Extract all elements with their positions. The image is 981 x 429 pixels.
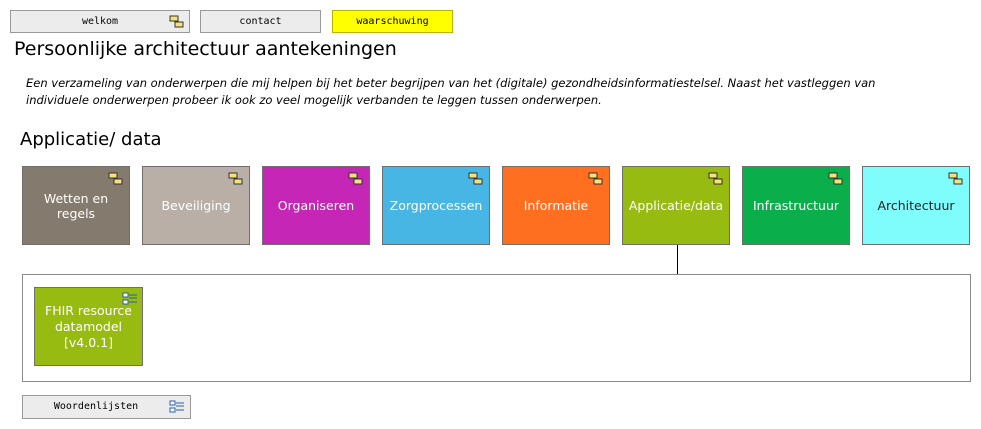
package-icon bbox=[468, 172, 484, 186]
package-icon bbox=[708, 172, 724, 186]
tile-infrastructuur[interactable]: Infrastructuur bbox=[742, 166, 850, 245]
tile-label: Infrastructuur bbox=[752, 198, 840, 213]
nav-button-welkom[interactable]: welkom bbox=[10, 10, 190, 33]
tile-label: Wetten en regels bbox=[43, 190, 109, 221]
page-title: Persoonlijke architectuur aantekeningen bbox=[14, 38, 397, 60]
nav-welkom-label: welkom bbox=[81, 16, 119, 27]
tile-label: Applicatie/data bbox=[628, 198, 724, 213]
intro-text: Een verzameling van onderwerpen die mij … bbox=[26, 76, 876, 107]
package-icon bbox=[108, 172, 124, 186]
tile-beveiliging[interactable]: Beveiliging bbox=[142, 166, 250, 245]
package-icon bbox=[228, 172, 244, 186]
fhir-label-line1: FHIR resource bbox=[45, 302, 132, 318]
tile-zorgprocessen[interactable]: Zorgprocessen bbox=[382, 166, 490, 245]
section-title: Applicatie/ data bbox=[20, 129, 162, 150]
tile-label: Informatie bbox=[523, 198, 589, 213]
tile-wetten-en-regels[interactable]: Wetten en regels bbox=[22, 166, 130, 245]
tile-architectuur[interactable]: Architectuur bbox=[862, 166, 970, 245]
tile-informatie[interactable]: Informatie bbox=[502, 166, 610, 245]
package-icon bbox=[348, 172, 364, 186]
fhir-label-line3: [v4.0.1] bbox=[64, 334, 113, 350]
woordenlijsten-label: Woordenlijsten bbox=[53, 401, 139, 412]
tile-label: Organiseren bbox=[277, 198, 355, 213]
fhir-datamodel-tile[interactable]: FHIR resource datamodel [v4.0.1] bbox=[34, 287, 143, 366]
package-icon bbox=[169, 15, 185, 29]
connector-line bbox=[677, 245, 678, 274]
applicatie-data-container bbox=[22, 274, 971, 382]
woordenlijsten-button[interactable]: Woordenlijsten bbox=[22, 395, 191, 419]
fhir-label-line2: datamodel bbox=[54, 318, 123, 334]
tile-label: Architectuur bbox=[877, 198, 955, 213]
package-icon bbox=[948, 172, 964, 186]
package-icon bbox=[588, 172, 604, 186]
tile-label: Beveiliging bbox=[161, 198, 231, 213]
tile-applicatie-data[interactable]: Applicatie/data bbox=[622, 166, 730, 245]
package-icon bbox=[828, 172, 844, 186]
tile-organiseren[interactable]: Organiseren bbox=[262, 166, 370, 245]
nav-button-waarschuwing[interactable]: waarschuwing bbox=[332, 10, 453, 33]
nav-button-contact[interactable]: contact bbox=[200, 10, 321, 33]
nav-contact-label: contact bbox=[239, 16, 282, 27]
element-list-icon bbox=[122, 292, 138, 306]
nav-waarschuwing-label: waarschuwing bbox=[356, 16, 429, 27]
tile-label: Zorgprocessen bbox=[389, 198, 483, 213]
element-list-icon bbox=[169, 400, 185, 414]
